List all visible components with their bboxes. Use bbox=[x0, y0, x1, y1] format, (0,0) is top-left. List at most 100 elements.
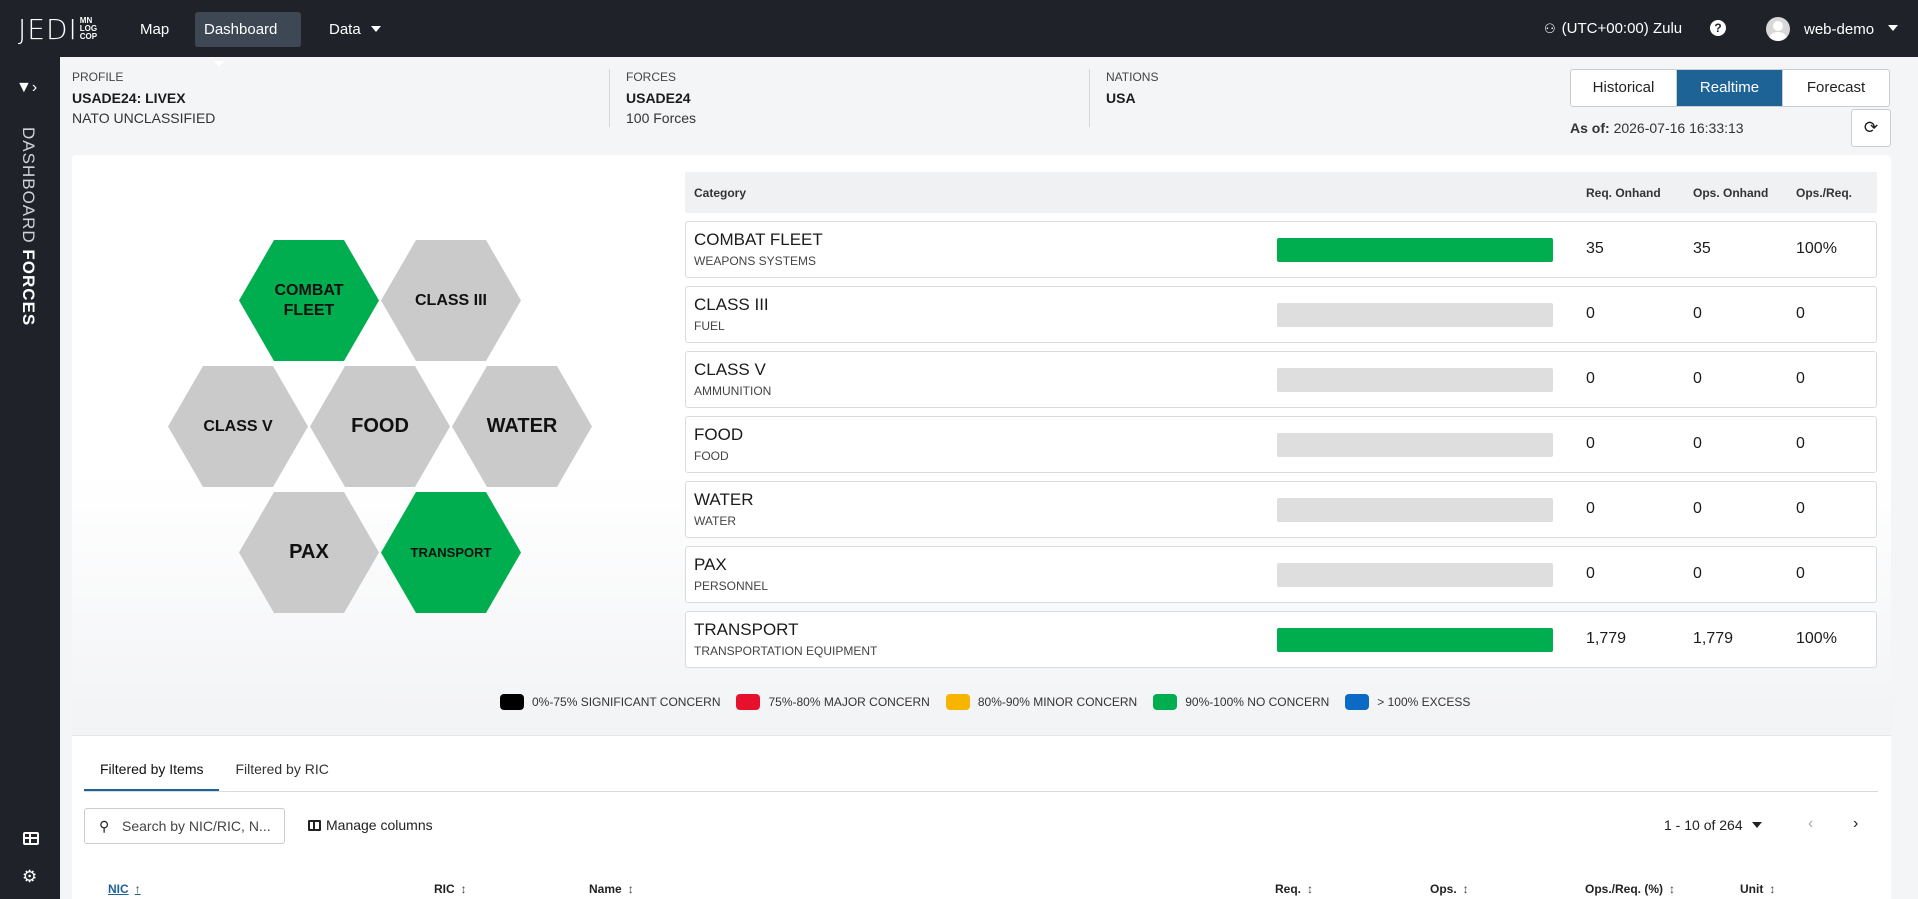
filter-icon[interactable]: ▼› bbox=[16, 79, 37, 97]
column-ops-label: Ops. bbox=[1430, 882, 1457, 896]
manage-columns-button[interactable]: Manage columns bbox=[308, 817, 433, 833]
forces-label: FORCES bbox=[626, 70, 677, 84]
column-ric-label: RIC bbox=[434, 882, 455, 896]
mode-realtime-button[interactable]: Realtime bbox=[1677, 70, 1783, 106]
legend-item: 0%-75% SIGNIFICANT CONCERN bbox=[500, 694, 720, 710]
legend-item: 75%-80% MAJOR CONCERN bbox=[736, 694, 930, 710]
table-row[interactable]: TRANSPORT TRANSPORTATION EQUIPMENT 1,779 1,… bbox=[685, 611, 1877, 668]
as-of-label: As of: bbox=[1570, 120, 1610, 136]
col-ops-onhand: Ops. Onhand bbox=[1693, 186, 1769, 200]
row-category: PAX bbox=[694, 555, 727, 574]
column-ops-req-pct[interactable]: Ops./Req. (%) ↕ bbox=[1585, 882, 1675, 896]
row-req-onhand: 0 bbox=[1586, 305, 1595, 322]
row-req-onhand: 1,779 bbox=[1586, 630, 1627, 647]
hex-label: FOOD bbox=[351, 415, 409, 437]
row-category: CLASS III bbox=[694, 295, 769, 314]
column-ops[interactable]: Ops. ↕ bbox=[1430, 882, 1469, 896]
row-category: TRANSPORT bbox=[694, 620, 799, 639]
logo-subtext: MN LOG COP bbox=[80, 17, 97, 41]
row-subcategory: PERSONNEL bbox=[694, 579, 769, 593]
hex-label: TRANSPORT bbox=[410, 545, 492, 560]
table-row[interactable]: WATER WATER 0 0 0 bbox=[685, 481, 1877, 538]
profile-value: USADE24: LIVEX bbox=[72, 90, 186, 106]
row-ops-req: 100% bbox=[1796, 240, 1837, 257]
refresh-button[interactable]: ⟳ bbox=[1851, 109, 1891, 147]
column-name[interactable]: Name ↕ bbox=[589, 882, 634, 896]
gear-icon[interactable]: ⚙ bbox=[22, 867, 37, 887]
nav-dashboard[interactable]: Dashboard bbox=[195, 12, 301, 68]
legend-label: 75%-80% MAJOR CONCERN bbox=[768, 695, 930, 709]
progress-bar bbox=[1277, 498, 1553, 522]
prev-page-icon[interactable]: ‹ bbox=[1808, 815, 1813, 833]
table-row[interactable]: PAX PERSONNEL 0 0 0 bbox=[685, 546, 1877, 603]
mode-toggle: Historical Realtime Forecast bbox=[1570, 69, 1890, 107]
progress-bar bbox=[1277, 563, 1553, 587]
row-req-onhand: 0 bbox=[1586, 565, 1595, 582]
table-header: Category Req. Onhand Ops. Onhand Ops./Re… bbox=[685, 172, 1877, 213]
row-ops-req: 0 bbox=[1796, 435, 1805, 452]
progress-fill bbox=[1277, 238, 1553, 262]
chevron-down-icon bbox=[1751, 822, 1762, 829]
sort-icon: ↕ bbox=[1307, 882, 1314, 896]
mode-historical-button[interactable]: Historical bbox=[1571, 70, 1677, 106]
row-category: FOOD bbox=[694, 425, 744, 444]
table-icon[interactable] bbox=[23, 832, 39, 845]
row-ops-req: 100% bbox=[1796, 630, 1837, 647]
profile-classification: NATO UNCLASSIFIED bbox=[72, 110, 216, 126]
row-ops-onhand: 0 bbox=[1693, 435, 1702, 452]
column-unit[interactable]: Unit ↕ bbox=[1740, 882, 1775, 896]
nav-map[interactable]: Map bbox=[131, 12, 178, 47]
row-subcategory: WATER bbox=[694, 514, 736, 528]
table-row[interactable]: COMBAT FLEET WEAPONS SYSTEMS 35 35 100% bbox=[685, 221, 1877, 278]
avatar bbox=[1766, 17, 1790, 41]
row-ops-req: 0 bbox=[1796, 305, 1805, 322]
divider bbox=[1089, 69, 1090, 127]
row-ops-req: 0 bbox=[1796, 370, 1805, 387]
row-req-onhand: 0 bbox=[1586, 435, 1595, 452]
search-input[interactable]: ⚲ Search by NIC/RIC, N... bbox=[84, 808, 285, 844]
row-ops-onhand: 35 bbox=[1693, 240, 1711, 257]
progress-fill bbox=[1277, 628, 1553, 652]
row-ops-onhand: 0 bbox=[1693, 500, 1702, 517]
pagination-selector[interactable]: 1 - 10 of 264 bbox=[1664, 817, 1762, 833]
sidebar: ▼› DASHBOARD FORCES ⚙ bbox=[0, 57, 60, 899]
sort-icon: ↕ bbox=[627, 882, 634, 896]
table-row[interactable]: CLASS V AMMUNITION 0 0 0 bbox=[685, 351, 1877, 408]
chevron-down-icon bbox=[214, 61, 224, 68]
next-page-icon[interactable]: › bbox=[1853, 815, 1858, 833]
row-category: WATER bbox=[694, 490, 754, 509]
legend-swatch bbox=[500, 694, 524, 710]
column-ric[interactable]: RIC ↕ bbox=[434, 882, 467, 896]
nations-info: NATIONS USA bbox=[1106, 70, 1158, 106]
column-req[interactable]: Req. ↕ bbox=[1275, 882, 1313, 896]
row-subcategory: FUEL bbox=[694, 319, 725, 333]
top-navbar: JEDI MN LOG COP Map Dashboard Data ⚇ (UT… bbox=[0, 0, 1918, 68]
column-req-label: Req. bbox=[1275, 882, 1302, 896]
tab-filtered-by-items[interactable]: Filtered by Items bbox=[84, 748, 220, 792]
hex-label: COMBAT FLEET bbox=[274, 281, 344, 319]
col-ops-req: Ops./Req. bbox=[1796, 186, 1853, 200]
table-row[interactable]: FOOD FOOD 0 0 0 bbox=[685, 416, 1877, 473]
manage-columns-label: Manage columns bbox=[326, 817, 433, 833]
user-clock-icon: ⚇ bbox=[1544, 20, 1556, 36]
column-unit-label: Unit bbox=[1740, 882, 1764, 896]
timezone-selector[interactable]: ⚇ (UTC+00:00) Zulu bbox=[1544, 20, 1682, 37]
help-icon[interactable]: ? bbox=[1710, 20, 1726, 36]
sidebar-title-dashboard: DASHBOARD bbox=[19, 127, 38, 244]
column-nic[interactable]: NIC ↑ bbox=[108, 882, 141, 896]
category-table: Category Req. Onhand Ops. Onhand Ops./Re… bbox=[685, 172, 1877, 668]
sort-asc-icon: ↑ bbox=[134, 882, 141, 896]
row-subcategory: TRANSPORTATION EQUIPMENT bbox=[694, 644, 878, 658]
mode-forecast-button[interactable]: Forecast bbox=[1783, 70, 1889, 106]
nav-dashboard-label: Dashboard bbox=[204, 21, 278, 38]
row-category: COMBAT FLEET bbox=[694, 230, 823, 249]
table-row[interactable]: CLASS III FUEL 0 0 0 bbox=[685, 286, 1877, 343]
tab-filtered-by-ric[interactable]: Filtered by RIC bbox=[219, 748, 344, 792]
nav-data[interactable]: Data bbox=[320, 12, 390, 47]
jedi-logo[interactable]: JEDI MN LOG COP bbox=[18, 13, 97, 46]
user-menu[interactable]: web-demo bbox=[1766, 17, 1899, 41]
legend-label: > 100% EXCESS bbox=[1377, 695, 1471, 709]
legend-swatch bbox=[945, 694, 970, 710]
forces-info: FORCES USADE24 100 Forces bbox=[626, 70, 696, 126]
chevron-down-icon bbox=[1888, 25, 1899, 31]
